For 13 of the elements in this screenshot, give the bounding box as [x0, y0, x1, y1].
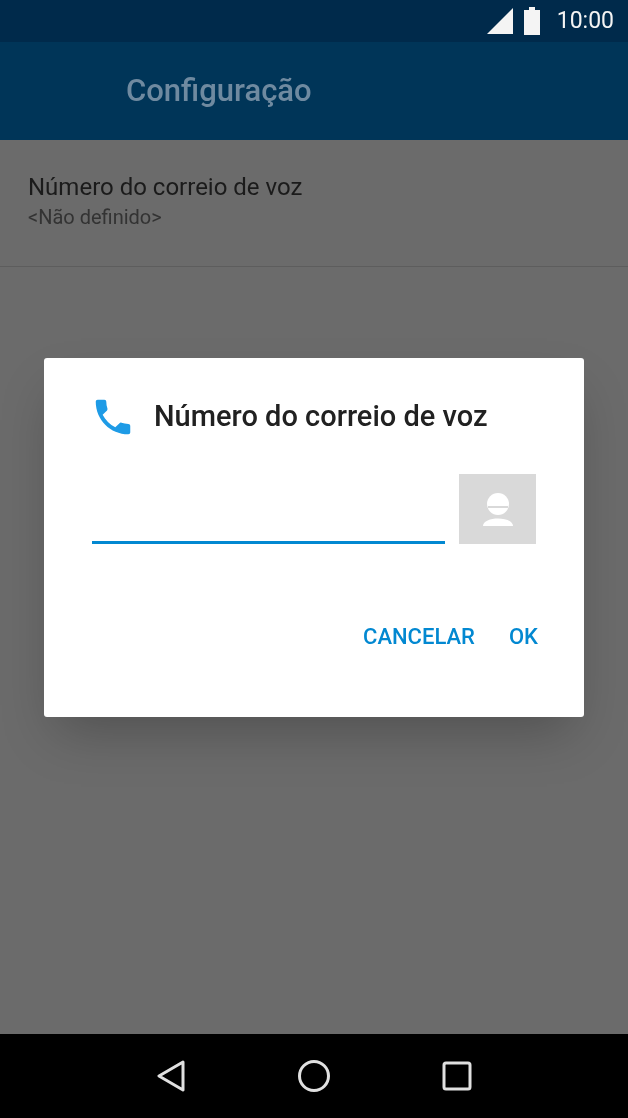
app-bar-title: Configuração — [126, 70, 312, 111]
status-time: 10:00 — [556, 5, 614, 36]
signal-icon — [486, 8, 513, 34]
dialog-button[interactable]: OK — [506, 614, 540, 659]
dialog-title: Número do correio de voz — [154, 398, 488, 436]
battery-icon — [522, 7, 541, 35]
settings-item[interactable]: Número do correio de voz <Não definido> — [0, 140, 628, 267]
home-icon[interactable] — [297, 1059, 331, 1093]
recents-icon[interactable] — [442, 1061, 473, 1091]
settings-item-summary: <Não definido> — [28, 204, 162, 231]
back-icon[interactable] — [155, 1060, 186, 1092]
dialog-button[interactable]: CANCELAR — [361, 614, 477, 659]
settings-item-title: Número do correio de voz — [28, 172, 303, 202]
